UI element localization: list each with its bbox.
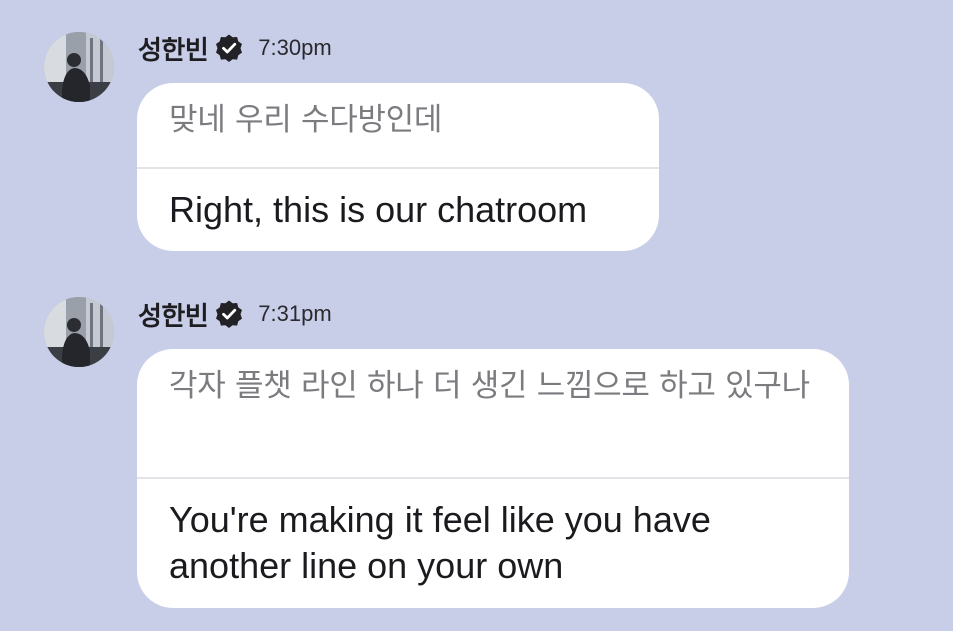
verified-badge-icon [214, 33, 244, 63]
original-text: 맞네 우리 수다방인데 [169, 102, 443, 138]
sender-name[interactable]: 성한빈 [138, 296, 209, 333]
original-text: 각자 플챗 라인 하나 더 생긴 느낌으로 하고 있구나 [169, 368, 810, 404]
translated-text: Right, this is our chatroom [169, 189, 588, 230]
message-timestamp: 7:31pm [258, 301, 332, 326]
verified-badge-icon [214, 299, 244, 329]
avatar-photo-icon [44, 32, 114, 102]
message-bubble[interactable]: 각자 플챗 라인 하나 더 생긴 느낌으로 하고 있구나 You're maki… [137, 349, 849, 608]
avatar-photo-icon [44, 297, 114, 367]
translated-text: You're making it feel like you have anot… [169, 499, 711, 586]
message-header: 성한빈 7:31pm [138, 294, 332, 334]
sender-name[interactable]: 성한빈 [138, 30, 209, 67]
avatar[interactable] [44, 32, 114, 102]
avatar[interactable] [44, 297, 114, 367]
message-header: 성한빈 7:30pm [138, 28, 332, 68]
message-bubble[interactable]: 맞네 우리 수다방인데 Right, this is our chatroom [137, 83, 659, 251]
message-timestamp: 7:30pm [258, 35, 332, 60]
